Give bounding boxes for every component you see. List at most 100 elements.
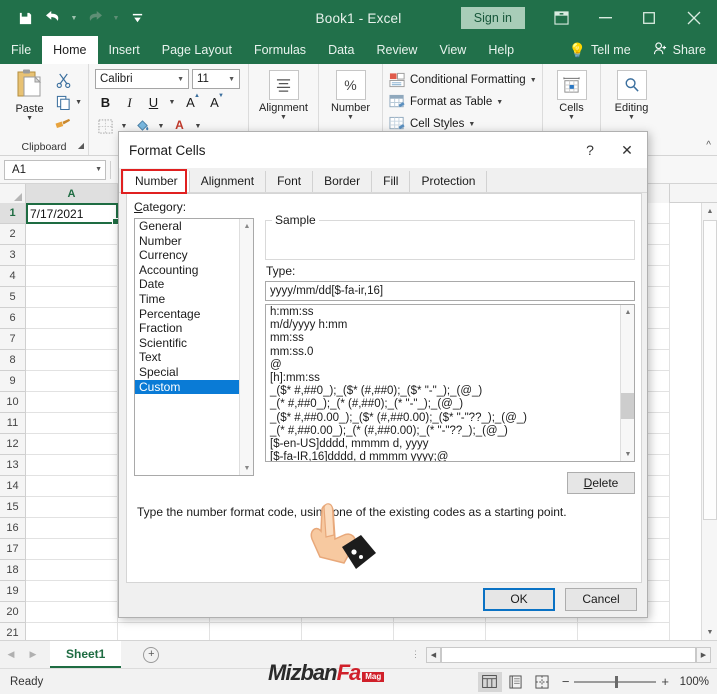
cell-a13[interactable] (26, 455, 118, 476)
cut-icon[interactable] (53, 71, 73, 89)
split-handle[interactable]: ⋮ (411, 649, 426, 660)
type-item-4[interactable]: @ (266, 359, 619, 372)
cells-dropdown-icon[interactable]: ▼ (568, 114, 575, 121)
dialog-tab-font[interactable]: Font (266, 171, 314, 192)
category-item-currency[interactable]: Currency (135, 248, 240, 263)
category-item-fraction[interactable]: Fraction (135, 321, 240, 336)
cell-a7[interactable] (26, 329, 118, 350)
undo-icon[interactable] (40, 5, 66, 31)
restore-icon[interactable] (627, 0, 671, 36)
cell-d21[interactable] (302, 623, 394, 640)
page-layout-view-icon[interactable] (504, 672, 528, 692)
category-item-custom[interactable]: Custom (135, 379, 240, 395)
cells-button[interactable]: Cells ▼ (549, 68, 594, 121)
type-item-3[interactable]: mm:ss.0 (266, 346, 619, 359)
delete-button[interactable]: Delete (567, 472, 635, 494)
category-item-time[interactable]: Time (135, 292, 240, 307)
customize-qat-icon[interactable] (124, 5, 150, 31)
type-scroll-down-icon[interactable]: ▼ (621, 447, 634, 461)
cell-b21[interactable] (118, 623, 210, 640)
tab-home[interactable]: Home (42, 36, 98, 64)
underline-dropdown-icon[interactable]: ▼ (167, 99, 177, 106)
cell-a14[interactable] (26, 476, 118, 497)
cell-a19[interactable] (26, 581, 118, 602)
cell-c21[interactable] (210, 623, 302, 640)
category-scrollbar[interactable]: ▲ ▼ (239, 219, 253, 475)
row-header-21[interactable]: 21 (0, 623, 26, 640)
horizontal-scrollbar[interactable]: ◀ ▶ (426, 646, 711, 663)
row-header-8[interactable]: 8 (0, 350, 26, 371)
hscroll-track[interactable] (441, 646, 696, 663)
close-icon[interactable] (671, 0, 717, 36)
font-size-combo[interactable]: 11 ▼ (192, 69, 240, 89)
cell-a5[interactable] (26, 287, 118, 308)
row-header-3[interactable]: 3 (0, 245, 26, 266)
vertical-scroll-thumb[interactable] (703, 220, 717, 520)
minimize-icon[interactable] (583, 0, 627, 36)
type-input[interactable]: yyyy/mm/dd[$-fa-ir,16] (265, 281, 635, 301)
collapse-ribbon-icon[interactable]: ^ (706, 140, 711, 151)
cell-g21[interactable] (578, 623, 670, 640)
cell-a11[interactable] (26, 413, 118, 434)
format-as-table-button[interactable]: Format as Table ▼ (389, 91, 503, 113)
cell-a2[interactable] (26, 224, 118, 245)
tab-formulas[interactable]: Formulas (243, 36, 317, 64)
type-scroll-thumb[interactable] (621, 393, 634, 419)
fill-color-dropdown-icon[interactable]: ▼ (156, 123, 166, 130)
zoom-track[interactable] (574, 675, 657, 688)
category-item-special[interactable]: Special (135, 365, 240, 380)
cell-a18[interactable] (26, 560, 118, 581)
type-item-0[interactable]: h:mm:ss (266, 306, 619, 319)
category-item-date[interactable]: Date (135, 277, 240, 292)
cell-f21[interactable] (486, 623, 578, 640)
share-button[interactable]: Share (642, 36, 717, 64)
type-list-scrollbar[interactable]: ▲ ▼ (620, 305, 634, 461)
alignment-button[interactable]: Alignment ▼ (255, 68, 312, 121)
grow-font-button[interactable]: A ▲ (180, 92, 201, 113)
row-header-9[interactable]: 9 (0, 371, 26, 392)
type-item-5[interactable]: [h]:mm:ss (266, 372, 619, 385)
normal-view-icon[interactable] (477, 671, 502, 692)
paste-button[interactable]: Paste ▼ (6, 68, 53, 122)
cell-a8[interactable] (26, 350, 118, 371)
editing-button[interactable]: Editing ▼ (607, 68, 656, 121)
redo-dropdown-icon[interactable]: ▼ (110, 15, 122, 22)
copy-dropdown-icon[interactable]: ▼ (75, 99, 82, 106)
type-item-10[interactable]: [$-en-US]dddd, mmmm d, yyyy (266, 438, 619, 451)
conditional-formatting-dropdown-icon[interactable]: ▼ (530, 77, 537, 84)
tab-data[interactable]: Data (317, 36, 365, 64)
tell-me-button[interactable]: 💡 Tell me (558, 36, 642, 64)
type-item-6[interactable]: _($* #,##0_);_($* (#,##0);_($* "-"_);_(@… (266, 385, 619, 398)
dialog-tab-border[interactable]: Border (313, 171, 373, 192)
category-item-general[interactable]: General (135, 219, 240, 234)
undo-dropdown-icon[interactable]: ▼ (68, 15, 80, 22)
column-header-a[interactable]: A (26, 184, 118, 203)
dialog-tab-fill[interactable]: Fill (372, 171, 411, 192)
tab-page-layout[interactable]: Page Layout (151, 36, 243, 64)
row-header-17[interactable]: 17 (0, 539, 26, 560)
cell-e21[interactable] (394, 623, 486, 640)
help-icon[interactable]: ? (573, 133, 607, 167)
row-header-7[interactable]: 7 (0, 329, 26, 350)
page-break-preview-icon[interactable] (530, 672, 554, 692)
format-as-table-dropdown-icon[interactable]: ▼ (496, 99, 503, 106)
vertical-scrollbar[interactable]: ▲ ▼ (701, 203, 717, 640)
cell-a1[interactable]: 7/17/2021 (26, 203, 119, 225)
tab-file[interactable]: File (0, 36, 42, 64)
ok-button[interactable]: OK (483, 587, 555, 611)
cell-styles-dropdown-icon[interactable]: ▼ (468, 121, 475, 128)
type-item-1[interactable]: m/d/yyyy h:mm (266, 319, 619, 332)
type-item-8[interactable]: _($* #,##0.00_);_($* (#,##0.00);_($* "-"… (266, 412, 619, 425)
cell-a6[interactable] (26, 308, 118, 329)
underline-button[interactable]: U (143, 92, 164, 113)
cell-a4[interactable] (26, 266, 118, 287)
category-scroll-up-icon[interactable]: ▲ (240, 219, 253, 233)
tab-help[interactable]: Help (477, 36, 525, 64)
category-item-number[interactable]: Number (135, 234, 240, 249)
copy-icon[interactable] (53, 93, 73, 111)
add-sheet-button[interactable]: + (143, 646, 160, 663)
cell-a20[interactable] (26, 602, 118, 623)
font-size-dropdown-icon[interactable]: ▼ (226, 76, 237, 83)
type-item-11[interactable]: [$-fa-IR,16]dddd, d mmmm yyyy;@ (266, 451, 619, 461)
zoom-level-label[interactable]: 100% (677, 676, 709, 688)
